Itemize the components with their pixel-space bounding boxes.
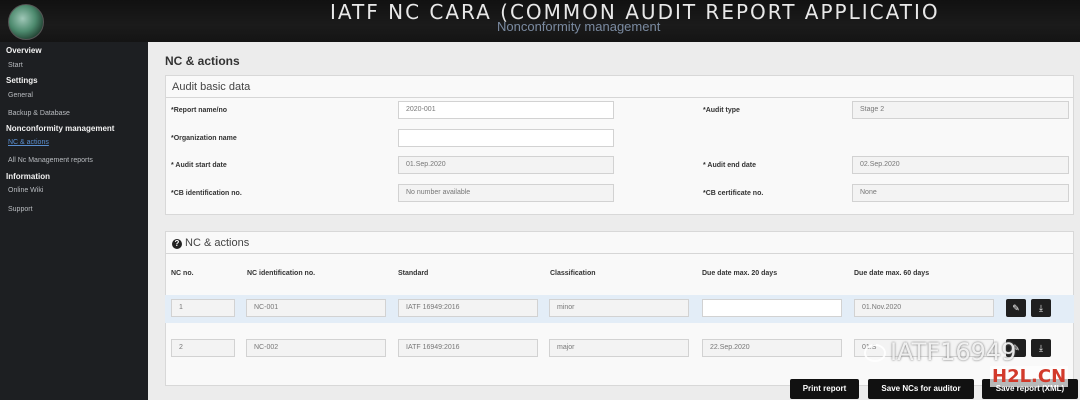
column-header-nc-no: NC no. xyxy=(171,270,194,277)
report-name-label: *Report name/no xyxy=(171,107,228,114)
cb-certificate-label: *CB certificate no. xyxy=(703,190,764,197)
column-header-standard: Standard xyxy=(398,270,429,277)
sidebar-item-backup[interactable]: Backup & Database xyxy=(8,110,70,117)
standard-field[interactable]: IATF 16949:2016 xyxy=(398,339,538,357)
watermark-badge: H2L.CN xyxy=(990,366,1069,387)
due-60-field[interactable]: 01.Nov.2020 xyxy=(854,299,994,317)
sidebar-item-start[interactable]: Start xyxy=(8,62,23,69)
globe-logo-icon xyxy=(8,4,44,40)
column-header-due-60: Due date max. 60 days xyxy=(854,270,930,277)
audit-type-label: *Audit type xyxy=(703,107,740,114)
sidebar: Overview Start Settings General Backup &… xyxy=(0,42,148,400)
report-name-field[interactable]: 2020-001 xyxy=(398,101,614,119)
sidebar-group-settings: Settings xyxy=(6,76,38,85)
nc-panel-header: ? NC & actions xyxy=(166,232,1073,254)
nc-id-field[interactable]: NC-001 xyxy=(246,299,386,317)
nc-id-field[interactable]: NC-002 xyxy=(246,339,386,357)
audit-end-date-label: * Audit end date xyxy=(703,162,757,169)
audit-start-date-field[interactable]: 01.Sep.2020 xyxy=(398,156,614,174)
question-circle-icon[interactable]: ? xyxy=(172,239,182,249)
sidebar-group-nonconformity: Nonconformity management xyxy=(6,124,115,133)
audit-start-date-label: * Audit start date xyxy=(171,162,227,169)
column-header-nc-id: NC identification no. xyxy=(247,270,316,277)
wechat-icon xyxy=(864,344,886,362)
print-report-button[interactable]: Print report xyxy=(790,379,859,399)
app-subtitle: Nonconformity management xyxy=(497,19,661,34)
audit-type-field[interactable]: Stage 2 xyxy=(852,101,1069,119)
sidebar-group-overview: Overview xyxy=(6,46,42,55)
page-title: NC & actions xyxy=(165,54,240,68)
download-icon[interactable]: ⤓ xyxy=(1031,339,1051,357)
sidebar-group-information: Information xyxy=(6,172,50,181)
organization-name-label: *Organization name xyxy=(171,135,237,142)
pencil-icon[interactable]: ✎ xyxy=(1006,299,1026,317)
nc-no-field[interactable]: 1 xyxy=(171,299,235,317)
sidebar-item-support[interactable]: Support xyxy=(8,206,33,213)
app-header: IATF NC CARA (COMMON AUDIT REPORT APPLIC… xyxy=(0,0,1080,42)
sidebar-item-general[interactable]: General xyxy=(8,92,33,99)
organization-name-field[interactable] xyxy=(398,129,614,147)
cb-identification-field[interactable]: No number available xyxy=(398,184,614,202)
standard-field[interactable]: IATF 16949:2016 xyxy=(398,299,538,317)
due-20-field[interactable] xyxy=(702,299,842,317)
download-icon[interactable]: ⤓ xyxy=(1031,299,1051,317)
classification-field[interactable]: major xyxy=(549,339,689,357)
due-20-field[interactable]: 22.Sep.2020 xyxy=(702,339,842,357)
sidebar-item-all-reports[interactable]: All Nc Management reports xyxy=(8,157,93,164)
classification-field[interactable]: minor xyxy=(549,299,689,317)
column-header-due-20: Due date max. 20 days xyxy=(702,270,778,277)
sidebar-item-wiki[interactable]: Online Wiki xyxy=(8,187,43,194)
sidebar-item-nc-actions[interactable]: NC & actions xyxy=(8,139,49,146)
audit-end-date-field[interactable]: 02.Sep.2020 xyxy=(852,156,1069,174)
column-header-classification: Classification xyxy=(550,270,596,277)
nc-no-field[interactable]: 2 xyxy=(171,339,235,357)
watermark-text: IATF16949 xyxy=(890,338,1017,366)
nc-panel-title: NC & actions xyxy=(185,237,250,249)
save-ncs-button[interactable]: Save NCs for auditor xyxy=(868,379,974,399)
cb-identification-label: *CB identification no. xyxy=(171,190,242,197)
cb-certificate-field[interactable]: None xyxy=(852,184,1069,202)
audit-panel-title: Audit basic data xyxy=(166,76,1073,98)
